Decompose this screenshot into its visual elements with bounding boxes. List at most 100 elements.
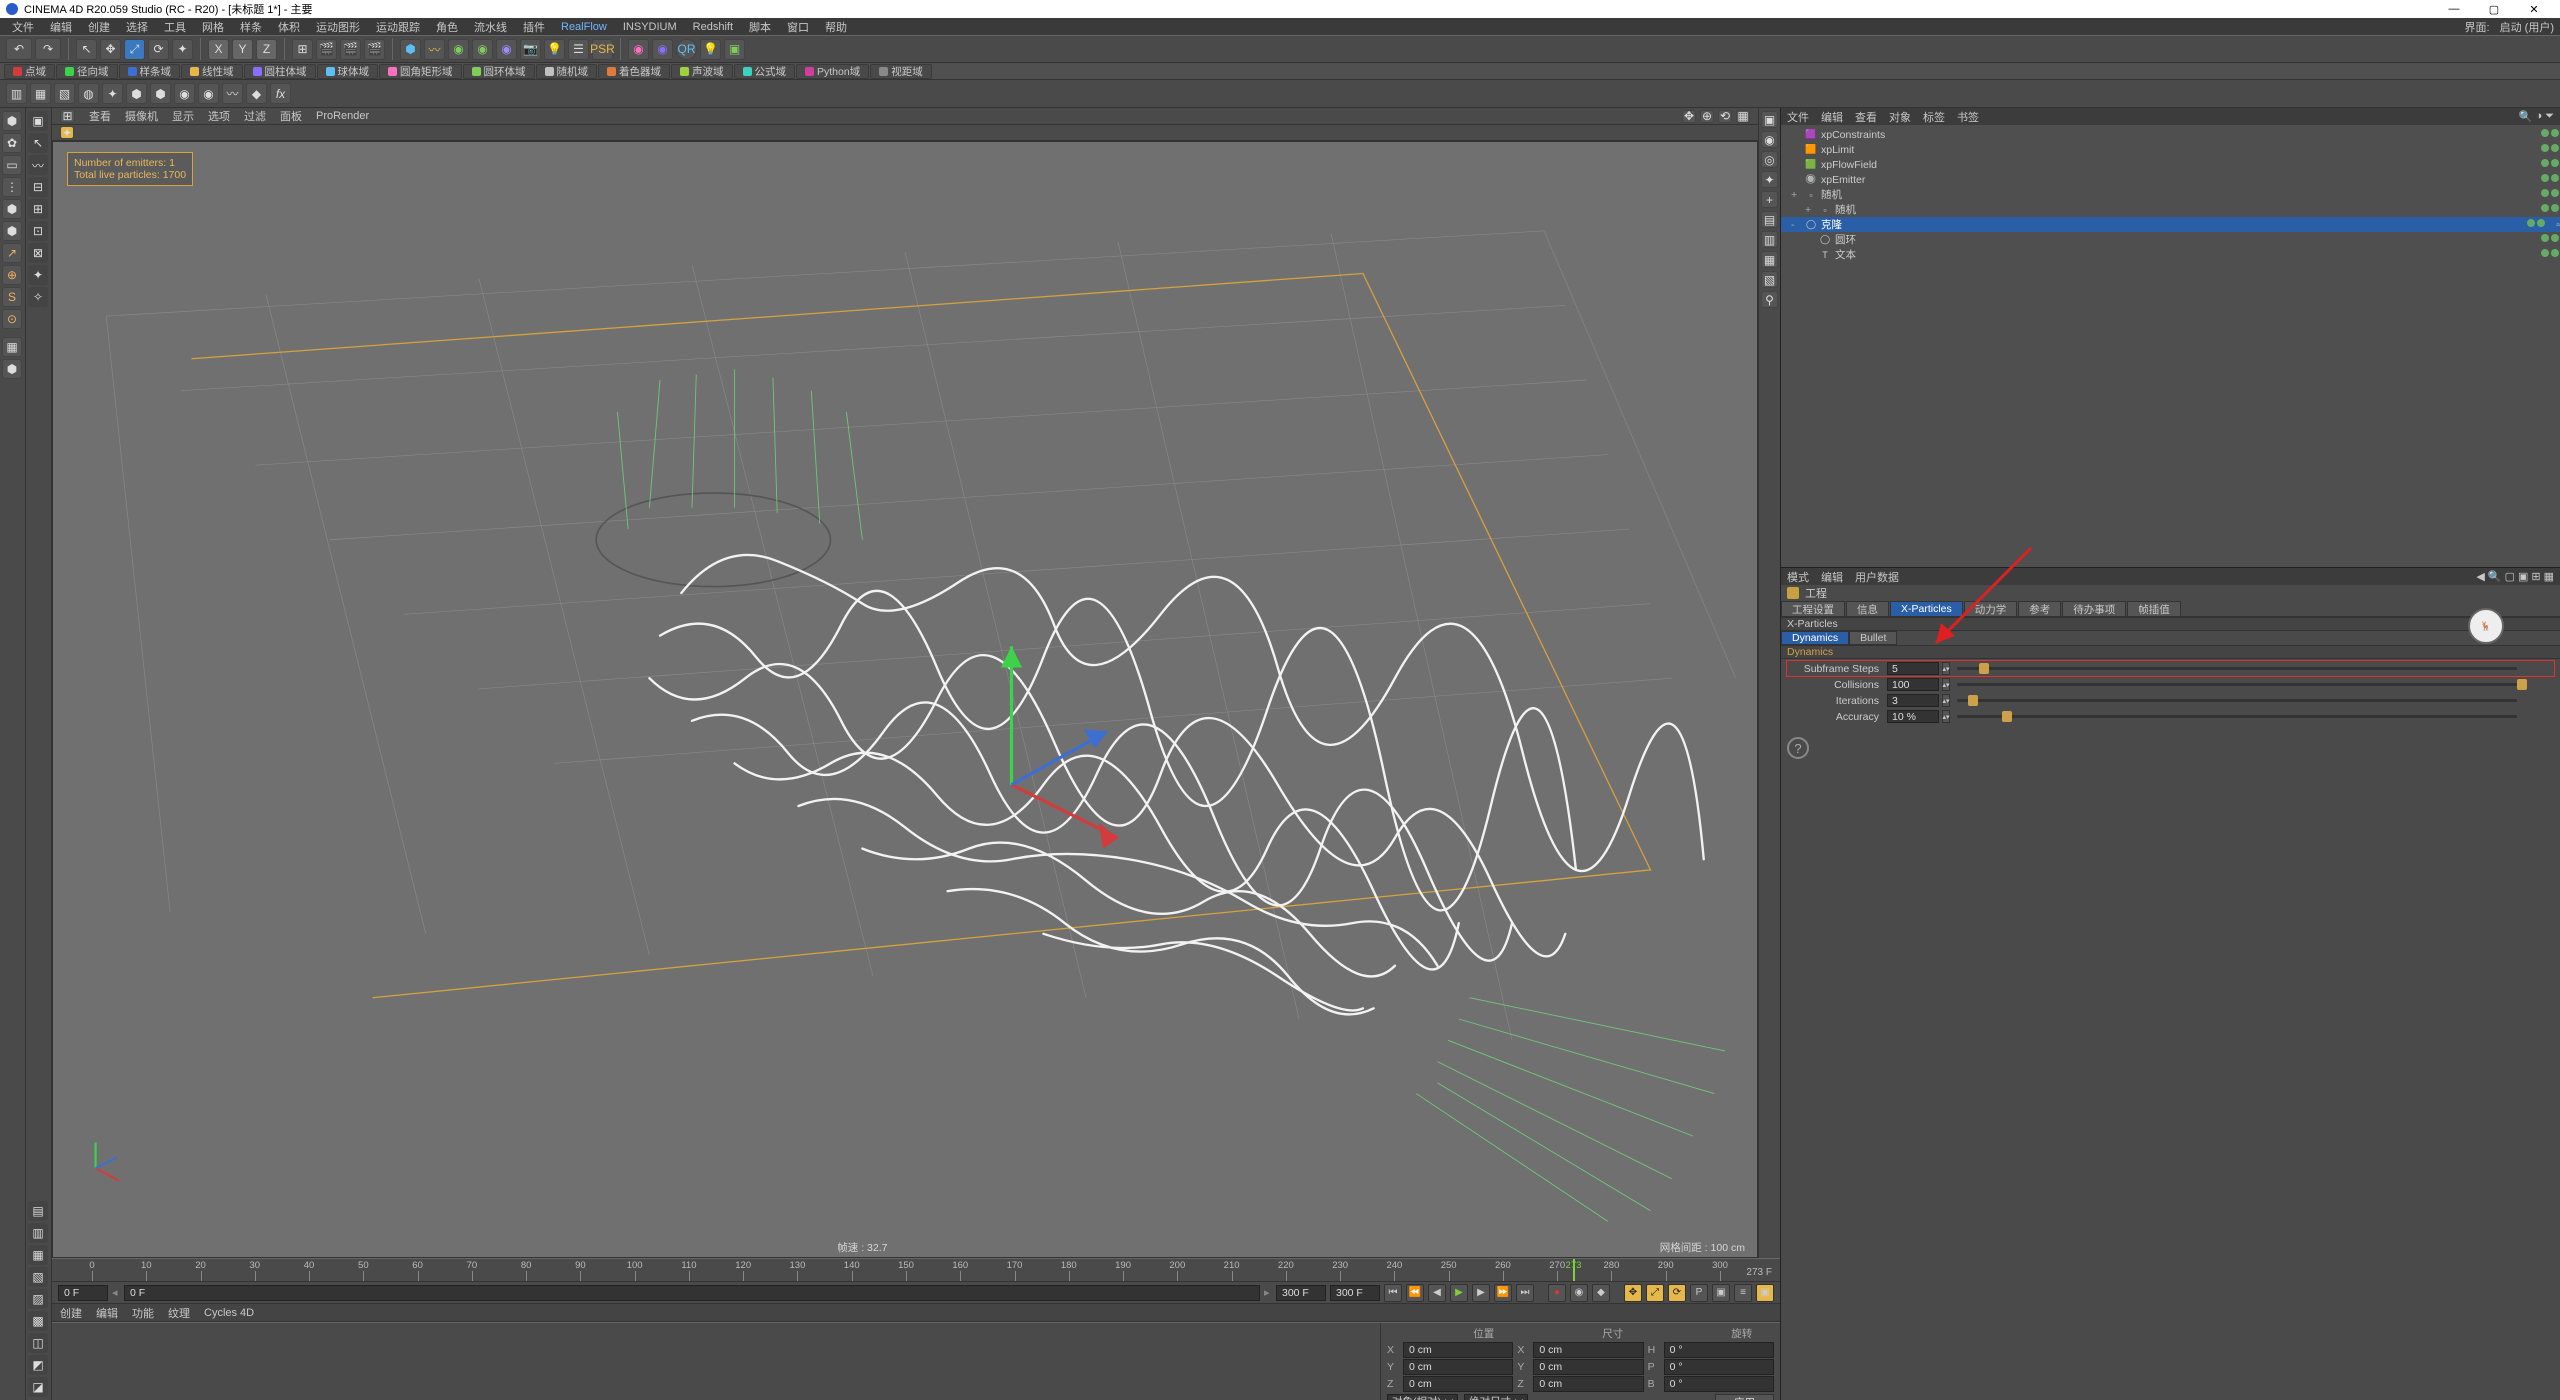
palette-线性域[interactable]: 线性域 <box>181 64 243 79</box>
am-subtab-Dynamics[interactable]: Dynamics <box>1781 631 1849 645</box>
render-view[interactable]: 🎬 <box>316 39 337 60</box>
vp-gizmo-icon[interactable]: ✦ <box>60 126 74 139</box>
undo-button[interactable]: ↶ <box>6 38 32 60</box>
bottom-tab-纹理[interactable]: 纹理 <box>168 1305 190 1321</box>
coord-mode-2[interactable]: 绝对尺寸 <box>1464 1394 1528 1400</box>
om-menu-object[interactable]: 对象 <box>1889 109 1911 125</box>
coord-apply[interactable]: 应用 <box>1715 1394 1774 1400</box>
tb3-i[interactable]: ◉ <box>198 83 219 104</box>
om-filter-icon[interactable]: ⏷ <box>2545 110 2554 123</box>
prev-frame[interactable]: ◀ <box>1428 1284 1446 1302</box>
vp-menu-filter[interactable]: 过滤 <box>244 108 266 124</box>
vprc-9[interactable]: ▧ <box>1761 271 1778 288</box>
lt18[interactable]: ◪ <box>28 1377 48 1397</box>
palette-点域[interactable]: 点域 <box>4 64 55 79</box>
keyframes-button[interactable]: ◆ <box>1592 1284 1610 1302</box>
tweak-mode[interactable]: ⊕ <box>2 265 22 285</box>
am-tab-待办事项[interactable]: 待办事项 <box>2062 601 2126 616</box>
tb3-b[interactable]: ▦ <box>30 83 51 104</box>
am-menu-mode[interactable]: 模式 <box>1787 569 1809 585</box>
tb3-k[interactable]: ◆ <box>246 83 267 104</box>
timeline[interactable]: 0102030405060708090100110120130140150160… <box>52 1258 1780 1282</box>
vprc-3[interactable]: ◎ <box>1761 151 1778 168</box>
am-tab-X-Particles[interactable]: X-Particles <box>1890 601 1963 616</box>
lt10[interactable]: ▤ <box>28 1201 48 1221</box>
menu-创建[interactable]: 创建 <box>82 19 116 35</box>
tb-extra1[interactable]: ≡ <box>1734 1284 1752 1302</box>
menu-工具[interactable]: 工具 <box>158 19 192 35</box>
lt4[interactable]: ⊟ <box>28 177 48 197</box>
goto-nextkey[interactable]: ⏩ <box>1494 1284 1512 1302</box>
palette-圆柱体域[interactable]: 圆柱体域 <box>244 64 316 79</box>
vprc-8[interactable]: ▦ <box>1761 251 1778 268</box>
tree-row-xpConstraints[interactable]: 🟪xpConstraints <box>1781 127 2560 142</box>
menu-帮助[interactable]: 帮助 <box>819 19 853 35</box>
deformer-menu[interactable]: ◉ <box>472 39 493 60</box>
cube-primitive[interactable]: ⬢ <box>400 39 421 60</box>
bottom-tab-编辑[interactable]: 编辑 <box>96 1305 118 1321</box>
vp-nav-4[interactable]: ▦ <box>1736 110 1750 123</box>
object-tree[interactable]: 🟪xpConstraints🟧xpLimit🟩xpFlowField🔘xpEmi… <box>1781 125 2560 567</box>
palette-圆角矩形域[interactable]: 圆角矩形域 <box>379 64 462 79</box>
rotate-tool[interactable]: ⟳ <box>148 39 169 60</box>
quantize-mode[interactable]: ⊙ <box>2 309 22 329</box>
record-button[interactable]: ● <box>1548 1284 1566 1302</box>
tree-row-克隆[interactable]: -◯克隆▫ <box>1781 217 2560 232</box>
menu-体积[interactable]: 体积 <box>272 19 306 35</box>
vp-menu-view[interactable]: 查看 <box>89 108 111 124</box>
vprc-6[interactable]: ▤ <box>1761 211 1778 228</box>
lc-row1[interactable]: ▦ <box>2 337 22 357</box>
menu-选择[interactable]: 选择 <box>120 19 154 35</box>
key-pla[interactable]: ▣ <box>1712 1284 1730 1302</box>
redo-button[interactable]: ↷ <box>35 38 61 60</box>
menu-运动跟踪[interactable]: 运动跟踪 <box>370 19 426 35</box>
key-rot[interactable]: ⟳ <box>1668 1284 1686 1302</box>
am-search-icon[interactable]: 🔍 <box>2488 570 2502 583</box>
lt11[interactable]: ▥ <box>28 1223 48 1243</box>
lt8[interactable]: ✦ <box>28 265 48 285</box>
coord-system[interactable]: ⊞ <box>292 39 313 60</box>
menu-Redshift[interactable]: Redshift <box>687 21 739 33</box>
next-frame[interactable]: ▶ <box>1472 1284 1490 1302</box>
tb3-c[interactable]: ▧ <box>54 83 75 104</box>
vp-nav-1[interactable]: ✥ <box>1682 110 1696 123</box>
lt17[interactable]: ◩ <box>28 1355 48 1375</box>
bottom-tab-Cycles 4D[interactable]: Cycles 4D <box>204 1307 254 1319</box>
om-search-icon[interactable]: 🔍 <box>2519 110 2533 123</box>
vprc-4[interactable]: ✦ <box>1761 171 1778 188</box>
menu-文件[interactable]: 文件 <box>6 19 40 35</box>
key-param[interactable]: P <box>1690 1284 1708 1302</box>
lt1[interactable]: ▣ <box>28 111 48 131</box>
palette-着色器域[interactable]: 着色器域 <box>598 64 670 79</box>
palette-径向域[interactable]: 径向域 <box>56 64 118 79</box>
move-tool[interactable]: ✥ <box>100 39 121 60</box>
am-r3[interactable]: ⊞ <box>2531 570 2540 583</box>
key-scale[interactable]: ⤢ <box>1646 1284 1664 1302</box>
om-menu-file[interactable]: 文件 <box>1787 109 1809 125</box>
vprc-5[interactable]: + <box>1761 191 1778 208</box>
tree-row-xpFlowField[interactable]: 🟩xpFlowField <box>1781 157 2560 172</box>
generator-menu[interactable]: ◉ <box>448 39 469 60</box>
am-r4[interactable]: ▦ <box>2544 570 2554 583</box>
xp-button-1[interactable]: ◉ <box>628 39 649 60</box>
vp-menu-camera[interactable]: 摄像机 <box>125 108 158 124</box>
poly-mode[interactable]: ⬢ <box>2 221 22 241</box>
qr-button[interactable]: QR <box>676 39 697 60</box>
goto-prevkey[interactable]: ⏪ <box>1406 1284 1424 1302</box>
vprc-7[interactable]: ▥ <box>1761 231 1778 248</box>
menu-编辑[interactable]: 编辑 <box>44 19 78 35</box>
palette-球体域[interactable]: 球体域 <box>317 64 379 79</box>
lt14[interactable]: ▨ <box>28 1289 48 1309</box>
menu-插件[interactable]: 插件 <box>517 19 551 35</box>
lt12[interactable]: ▦ <box>28 1245 48 1265</box>
am-menu-edit[interactable]: 编辑 <box>1821 569 1843 585</box>
palette-样条域[interactable]: 样条域 <box>119 64 181 79</box>
am-tab-动力学[interactable]: 动力学 <box>1964 601 2018 616</box>
bottom-tab-功能[interactable]: 功能 <box>132 1305 154 1321</box>
palette-圆环体域[interactable]: 圆环体域 <box>463 64 535 79</box>
vprc-2[interactable]: ◉ <box>1761 131 1778 148</box>
tb3-d[interactable]: ◍ <box>78 83 99 104</box>
lt15[interactable]: ▩ <box>28 1311 48 1331</box>
goto-start[interactable]: ⏮ <box>1384 1284 1402 1302</box>
axis-x-toggle[interactable]: X <box>208 39 229 60</box>
